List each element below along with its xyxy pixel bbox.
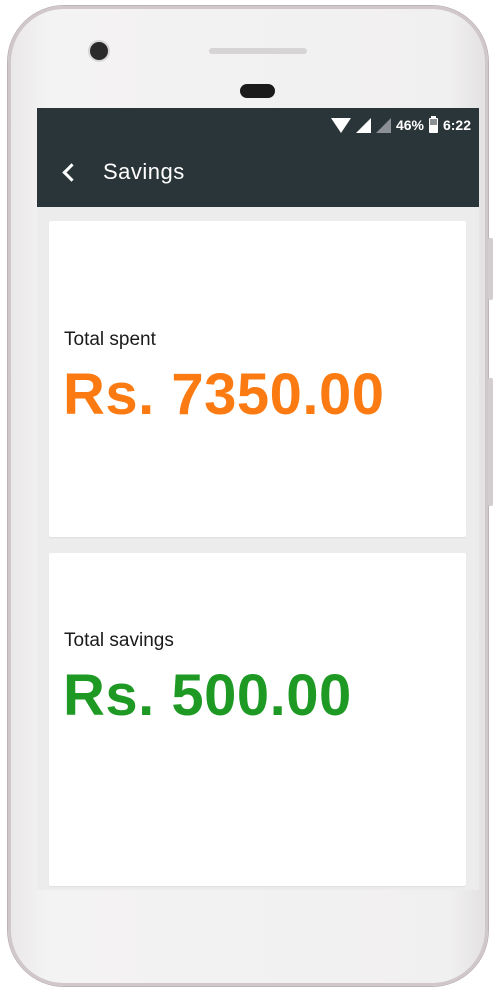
wifi-icon <box>330 117 351 133</box>
battery-icon <box>428 115 438 133</box>
status-bar: 46% 6:22 <box>330 114 471 136</box>
back-button[interactable] <box>55 158 83 186</box>
total-savings-card: Total savings Rs. 500.00 <box>49 553 466 886</box>
chevron-left-icon <box>61 162 81 182</box>
app-bar: 46% 6:22 Savings <box>37 108 479 207</box>
power-button <box>488 378 493 506</box>
cell-signal-secondary-icon <box>375 117 391 133</box>
total-spent-value: Rs. 7350.00 <box>63 362 385 427</box>
earpiece <box>240 84 275 98</box>
top-speaker-grille <box>209 48 307 54</box>
volume-button <box>488 238 493 300</box>
battery-percent: 46% <box>395 117 424 133</box>
total-savings-label: Total savings <box>64 630 174 651</box>
screen: 46% 6:22 Savings Total spent Rs. 7350.00… <box>37 108 479 890</box>
front-camera <box>90 42 108 60</box>
cell-signal-icon <box>355 117 371 133</box>
total-spent-card: Total spent Rs. 7350.00 <box>49 221 466 537</box>
total-savings-value: Rs. 500.00 <box>63 663 352 728</box>
clock: 6:22 <box>442 117 471 133</box>
phone-frame: 46% 6:22 Savings Total spent Rs. 7350.00… <box>8 6 488 986</box>
total-spent-label: Total spent <box>64 329 156 350</box>
page-title: Savings <box>103 159 185 184</box>
